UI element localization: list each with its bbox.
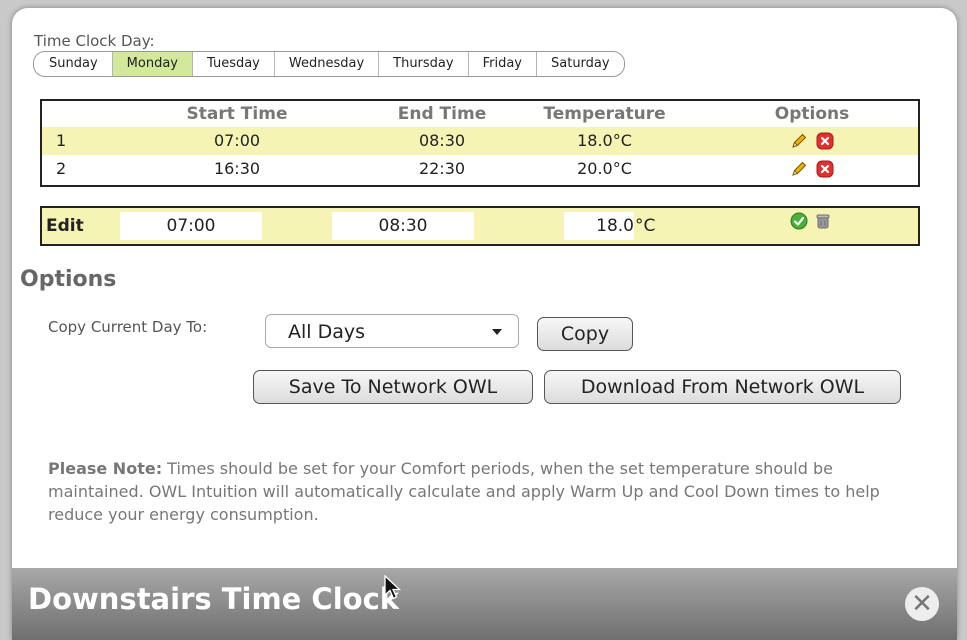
pencil-icon[interactable] [790,160,808,178]
edit-label: Edit [46,216,84,236]
please-note: Please Note: Times should be set for you… [48,457,908,526]
row-start-time: 07:00 [213,131,261,150]
trash-icon[interactable] [814,212,832,230]
row-number: 2 [56,159,67,178]
copy-button[interactable]: Copy [537,317,633,351]
note-bold: Please Note: [48,459,163,478]
edit-actions [790,212,832,230]
mouse-cursor-icon [384,575,402,600]
schedule-header: Start Time End Time Temperature Options [42,101,918,127]
options-heading: Options [20,267,117,292]
tab-thursday[interactable]: Thursday [378,52,467,76]
copy-day-select-value: All Days [288,321,366,343]
pencil-icon[interactable] [790,132,808,150]
chevron-down-icon [492,329,502,335]
row-number: 1 [56,131,67,150]
tab-monday[interactable]: Monday [111,52,192,76]
header-options: Options [774,104,850,124]
time-clock-day-label: Time Clock Day: [34,32,155,50]
tab-saturday[interactable]: Saturday [536,52,624,76]
delete-icon[interactable] [816,132,834,150]
table-row: 1 07:00 08:30 18.0°C [42,127,918,155]
header-temperature: Temperature [543,104,666,124]
schedule-table: Start Time End Time Temperature Options … [40,99,920,187]
download-from-network-owl-button[interactable]: Download From Network OWL [544,370,901,404]
save-to-network-owl-button[interactable]: Save To Network OWL [253,370,533,404]
row-temperature: 20.0°C [577,159,632,178]
temperature-unit: °C [635,216,656,236]
row-options [742,127,882,155]
footer-title: Downstairs Time Clock [28,582,400,616]
edit-end-time-input[interactable] [332,212,474,240]
confirm-check-icon[interactable] [790,212,808,230]
table-row: 2 16:30 22:30 20.0°C [42,155,918,183]
copy-day-select[interactable]: All Days [265,314,519,348]
tab-friday[interactable]: Friday [467,52,536,76]
dialog-footer: Downstairs Time Clock ✕ [12,568,957,640]
copy-current-day-label: Copy Current Day To: [48,318,208,336]
edit-row: Edit °C [40,206,920,246]
row-temperature: 18.0°C [577,131,632,150]
edit-temperature-input[interactable] [564,212,634,240]
note-text: Times should be set for your Comfort per… [48,459,880,524]
tab-tuesday[interactable]: Tuesday [191,52,274,76]
tab-wednesday[interactable]: Wednesday [273,52,378,76]
day-tabs: Sunday Monday Tuesday Wednesday Thursday… [33,51,625,77]
close-icon[interactable]: ✕ [905,587,939,621]
edit-start-time-input[interactable] [120,212,262,240]
tab-sunday[interactable]: Sunday [34,52,112,76]
row-start-time: 16:30 [213,159,261,178]
delete-icon[interactable] [816,160,834,178]
header-start-time: Start Time [186,104,288,124]
row-options [742,155,882,183]
